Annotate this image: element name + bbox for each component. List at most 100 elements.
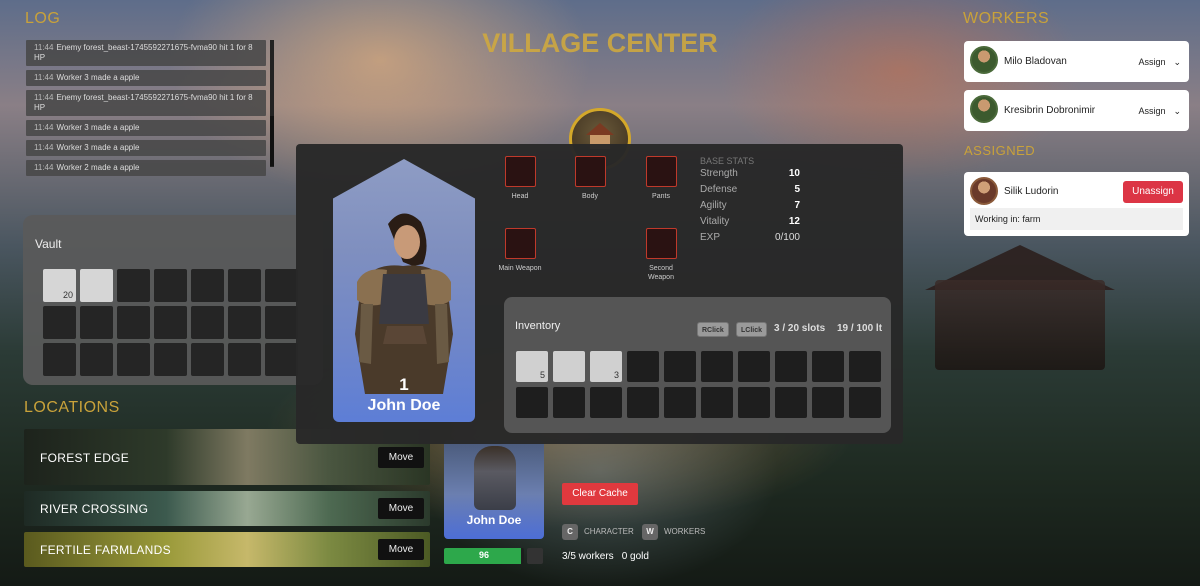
equip-slot-body[interactable]: Body xyxy=(570,156,610,201)
character-portrait[interactable]: John Doe xyxy=(444,440,544,539)
vault-slot[interactable] xyxy=(154,269,187,302)
clear-cache-button[interactable]: Clear Cache xyxy=(562,483,638,505)
vault-slot[interactable] xyxy=(43,306,76,339)
inventory-slot[interactable] xyxy=(664,351,696,382)
character-figure xyxy=(474,446,516,510)
resource-summary: 3/5 workers 0 gold xyxy=(562,551,649,562)
avatar xyxy=(970,46,998,74)
inventory-slot[interactable] xyxy=(812,387,844,418)
vault-slot[interactable] xyxy=(265,306,298,339)
assigned-title: ASSIGNED xyxy=(964,143,1036,158)
inventory-slot[interactable] xyxy=(701,351,733,382)
vault-slot[interactable] xyxy=(43,343,76,376)
inventory-slot[interactable] xyxy=(627,351,659,382)
inventory-slot[interactable] xyxy=(664,387,696,418)
inventory-slot[interactable]: 3 xyxy=(590,351,622,382)
log-entry: 11:44 Worker 3 made a apple xyxy=(26,120,266,136)
gold-count: 0 gold xyxy=(621,551,649,562)
vault-slot[interactable] xyxy=(80,306,113,339)
working-status: Working in: farm xyxy=(970,208,1183,230)
inventory-slot[interactable] xyxy=(516,387,548,418)
village-title: VILLAGE CENTER xyxy=(482,28,718,58)
vault-slot[interactable] xyxy=(191,306,224,339)
vault-slot[interactable] xyxy=(265,343,298,376)
inventory-slot[interactable] xyxy=(849,387,881,418)
vault-slot[interactable] xyxy=(80,269,113,302)
inventory-slot[interactable] xyxy=(590,387,622,418)
inventory-slot[interactable] xyxy=(812,351,844,382)
equip-slot-pants[interactable]: Pants xyxy=(641,156,681,201)
character-level: 1 xyxy=(399,375,409,394)
character-card-name: John Doe xyxy=(367,397,441,414)
inventory-title: Inventory xyxy=(515,320,561,332)
hotkey-character[interactable]: C CHARACTER xyxy=(562,524,634,540)
vault-slot[interactable] xyxy=(228,343,261,376)
vault-panel: Vault 20 xyxy=(23,215,323,385)
base-stats: BASE STATS Strength 10 Defense 5 Agility 7 … xyxy=(700,156,800,248)
inventory-slot[interactable] xyxy=(627,387,659,418)
workers-count: 3/5 workers xyxy=(562,551,614,562)
vault-slot[interactable] xyxy=(228,269,261,302)
lclick-button[interactable]: LClick xyxy=(736,322,768,337)
vault-slot[interactable] xyxy=(117,343,150,376)
equip-slot-second-weapon[interactable]: Second Weapon xyxy=(636,228,686,282)
inventory-slot[interactable] xyxy=(553,351,585,382)
base-stats-title: BASE STATS xyxy=(700,156,755,166)
vault-slot[interactable] xyxy=(80,343,113,376)
inventory-slot[interactable] xyxy=(849,351,881,382)
location-name: FERTILE FARMLANDS xyxy=(40,543,171,557)
hotkey-workers[interactable]: W WORKERS xyxy=(642,524,705,540)
move-button[interactable]: Move xyxy=(378,539,424,560)
move-button[interactable]: Move xyxy=(378,498,424,519)
move-button[interactable]: Move xyxy=(378,447,424,468)
workers-title: WORKERS xyxy=(963,10,1050,27)
assign-dropdown[interactable]: Assign ⌄ xyxy=(1138,106,1181,117)
worker-card: Milo Bladovan Assign ⌄ xyxy=(964,41,1189,82)
hotkey-key: C xyxy=(562,524,578,540)
log-entry: 11:44 Worker 3 made a apple xyxy=(26,70,266,86)
inventory-panel: Inventory RClick LClick 3 / 20 slots 19 … xyxy=(504,297,891,433)
vault-slot[interactable]: 20 xyxy=(43,269,76,302)
equip-slot-main-weapon[interactable]: Main Weapon xyxy=(495,228,545,273)
locations-title: LOCATIONS xyxy=(24,399,120,416)
stat-vitality: Vitality 12 xyxy=(700,216,800,227)
inventory-slot[interactable] xyxy=(775,351,807,382)
vault-slot[interactable] xyxy=(265,269,298,302)
log-scrollbar-thumb[interactable] xyxy=(270,116,274,166)
worker-name: Milo Bladovan xyxy=(1004,56,1067,67)
inventory-slot[interactable] xyxy=(701,387,733,418)
inventory-slot[interactable] xyxy=(738,387,770,418)
log-entry: 11:44 Enemy forest_beast-1745592271675-fv… xyxy=(26,40,266,66)
log-scrollbar[interactable] xyxy=(270,40,274,167)
vault-slot[interactable] xyxy=(154,343,187,376)
location-fertile-farmlands[interactable]: FERTILE FARMLANDS Move xyxy=(24,532,430,567)
assigned-worker-card: Silik Ludorin Unassign Working in: farm xyxy=(964,172,1189,236)
location-name: RIVER CROSSING xyxy=(40,502,149,516)
chevron-down-icon: ⌄ xyxy=(1173,57,1181,67)
inventory-slot-count: 3 / 20 slots xyxy=(774,323,826,334)
inventory-slot[interactable] xyxy=(553,387,585,418)
background-house xyxy=(935,280,1105,370)
rclick-button[interactable]: RClick xyxy=(697,322,729,337)
location-river-crossing[interactable]: RIVER CROSSING Move xyxy=(24,491,430,526)
inventory-slot[interactable]: 5 xyxy=(516,351,548,382)
inventory-slot[interactable] xyxy=(775,387,807,418)
vault-slot[interactable] xyxy=(154,306,187,339)
vault-slot[interactable] xyxy=(191,269,224,302)
vault-slot[interactable] xyxy=(117,269,150,302)
slot-quantity: 20 xyxy=(62,290,73,300)
unassign-button[interactable]: Unassign xyxy=(1123,181,1183,203)
vault-slot[interactable] xyxy=(228,306,261,339)
stat-defense: Defense 5 xyxy=(700,184,800,195)
hp-value: 96 xyxy=(478,550,489,560)
assign-dropdown[interactable]: Assign ⌄ xyxy=(1138,57,1181,68)
character-card: 1 John Doe xyxy=(333,159,475,422)
avatar xyxy=(970,95,998,123)
character-name: John Doe xyxy=(466,513,522,527)
vault-slot[interactable] xyxy=(191,343,224,376)
stat-agility: Agility 7 xyxy=(700,200,800,211)
equip-slot-head[interactable]: Head xyxy=(500,156,540,201)
mana-bar xyxy=(527,548,543,564)
vault-slot[interactable] xyxy=(117,306,150,339)
inventory-slot[interactable] xyxy=(738,351,770,382)
